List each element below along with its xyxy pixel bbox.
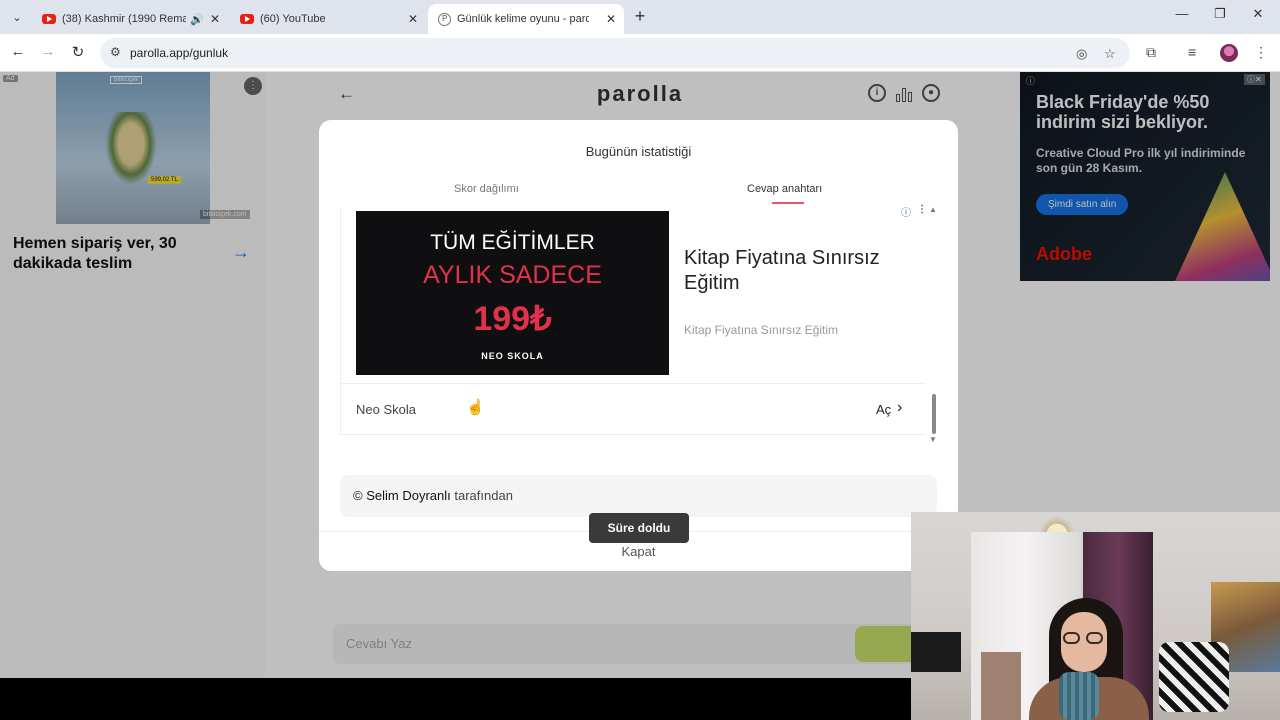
youtube-icon bbox=[42, 14, 56, 24]
tab-answer-key[interactable]: Cevap anahtarı bbox=[747, 183, 822, 195]
banner-line-2: AYLIK SADECE bbox=[423, 261, 602, 289]
television bbox=[911, 632, 961, 672]
tab-close-icon[interactable]: ✕ bbox=[204, 12, 220, 26]
credit-suffix: tarafından bbox=[454, 488, 513, 503]
scarf bbox=[1059, 672, 1099, 720]
close-modal-button[interactable]: Kapat bbox=[319, 544, 958, 559]
banner-line-1: TÜM EĞİTİMLER bbox=[430, 231, 595, 254]
shelf bbox=[981, 652, 1021, 720]
menu-kebab-icon[interactable]: ⋮ bbox=[1254, 44, 1268, 61]
tab-strip: ⌄ (38) Kashmir (1990 Remaste 🔊 ✕ (60) Yo… bbox=[0, 0, 1280, 34]
tab-kashmir[interactable]: (38) Kashmir (1990 Remaste 🔊 ✕ bbox=[32, 4, 228, 34]
stats-modal: Bugünün istatistiği Skor dağılımı Cevap … bbox=[319, 120, 958, 571]
tab-close-icon[interactable]: ✕ bbox=[402, 12, 418, 26]
banner-brand: NEO SKOLA bbox=[481, 351, 544, 361]
browser-toolbar: ← → ↻ ⚙ parolla.app/gunluk ◎ ☆ ⧉ ≡ ⋮ bbox=[0, 34, 1280, 72]
credit-author: Selim Doyranlı bbox=[366, 488, 451, 503]
profile-avatar[interactable] bbox=[1220, 44, 1238, 62]
bookmark-star-icon[interactable]: ☆ bbox=[1104, 46, 1116, 62]
window-close-icon[interactable]: ✕ bbox=[1248, 6, 1268, 22]
eye-off-icon[interactable]: ◎ bbox=[1076, 46, 1087, 62]
back-icon[interactable]: ← bbox=[8, 43, 28, 60]
time-up-toast: Süre doldu bbox=[589, 513, 689, 543]
media-control-icon[interactable]: ≡ bbox=[1188, 44, 1196, 60]
ad-description: Kitap Fiyatına Sınırsız Eğitim bbox=[684, 323, 839, 337]
tab-search-icon[interactable]: ⌄ bbox=[8, 8, 26, 26]
scroll-down-icon[interactable]: ▼ bbox=[929, 435, 937, 444]
restore-icon[interactable]: ❐ bbox=[1210, 6, 1230, 22]
ad-title[interactable]: Kitap Fiyatına Sınırsız Eğitim bbox=[684, 246, 914, 296]
address-bar[interactable]: ⚙ parolla.app/gunluk ◎ ☆ bbox=[100, 38, 1130, 68]
youtube-icon bbox=[240, 14, 254, 24]
tab-score-distribution[interactable]: Skor dağılımı bbox=[454, 183, 519, 195]
tab-parolla[interactable]: Günlük kelime oyunu - parolla ✕ bbox=[428, 4, 624, 34]
tab-close-icon[interactable]: ✕ bbox=[600, 12, 616, 26]
modal-title: Bugünün istatistiği bbox=[585, 144, 692, 159]
new-tab-icon[interactable]: + bbox=[630, 6, 650, 27]
credit-text: © Selim Doyranlı tarafından bbox=[353, 488, 513, 503]
tab-title: (60) YouTube bbox=[260, 13, 326, 25]
chevron-right-icon[interactable]: › bbox=[897, 399, 902, 417]
tab-title: Günlük kelime oyunu - parolla bbox=[457, 13, 589, 25]
reload-icon[interactable]: ↻ bbox=[68, 43, 88, 61]
speaker-icon[interactable]: 🔊 bbox=[190, 13, 204, 26]
ad-banner-image[interactable]: TÜM EĞİTİMLER AYLIK SADECE 199₺ NEO SKOL… bbox=[356, 211, 669, 375]
ad-advertiser: Neo Skola bbox=[356, 402, 416, 417]
adchoices-icon[interactable]: ⓘ bbox=[901, 204, 911, 219]
webcam-overlay bbox=[911, 512, 1280, 720]
modal-ad[interactable]: ⓘ ⋮ TÜM EĞİTİMLER AYLIK SADECE 199₺ NEO … bbox=[340, 204, 937, 444]
url-text[interactable]: parolla.app/gunluk bbox=[130, 46, 228, 60]
site-info-icon[interactable]: ⚙ bbox=[110, 45, 121, 59]
zebra-pillow bbox=[1159, 642, 1229, 712]
divider bbox=[341, 434, 926, 435]
parolla-icon bbox=[438, 12, 451, 26]
active-tab-indicator bbox=[772, 202, 804, 204]
tab-youtube[interactable]: (60) YouTube ✕ bbox=[230, 4, 426, 34]
hand-cursor-icon: ☝ bbox=[466, 399, 485, 416]
scrollbar-thumb[interactable] bbox=[932, 394, 936, 434]
ad-open-button[interactable]: Aç bbox=[876, 402, 891, 417]
tab-title: (38) Kashmir (1990 Remaste bbox=[62, 13, 187, 25]
forward-icon[interactable]: → bbox=[38, 43, 58, 60]
copyright-icon: © bbox=[353, 488, 363, 503]
glasses-icon bbox=[1063, 632, 1105, 644]
ad-menu-icon[interactable]: ⋮ bbox=[917, 204, 927, 215]
scroll-up-icon[interactable]: ▲ bbox=[929, 205, 937, 214]
divider bbox=[341, 383, 926, 384]
credit-box: © Selim Doyranlı tarafından bbox=[340, 475, 937, 517]
minimize-icon[interactable]: — bbox=[1172, 6, 1192, 21]
extensions-icon[interactable]: ⧉ bbox=[1146, 44, 1156, 61]
banner-price: 199₺ bbox=[473, 300, 552, 338]
